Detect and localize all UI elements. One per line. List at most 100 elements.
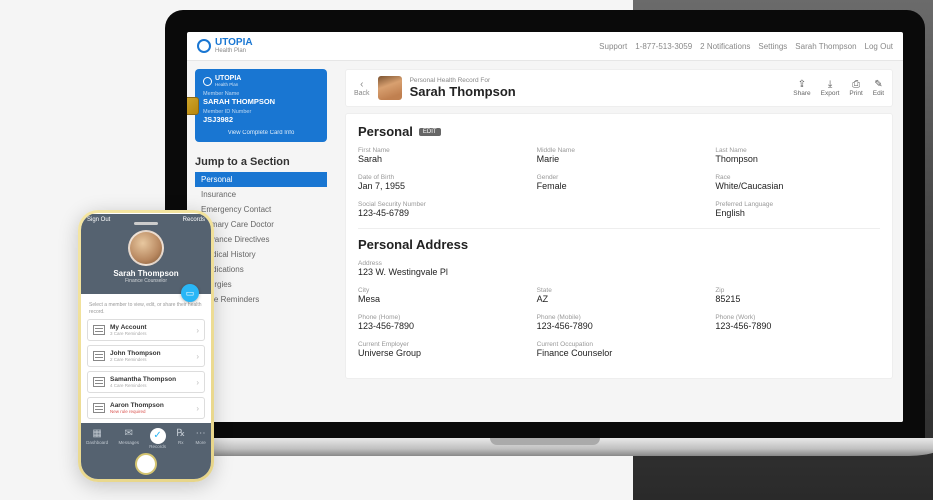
first-name-value: Sarah (358, 154, 523, 164)
jump-item-insurance[interactable]: Insurance (195, 187, 327, 202)
mobile-user-sub: Finance Counselor (81, 278, 211, 284)
state-value: AZ (537, 294, 702, 304)
card-brand-sub: Health Plan (215, 82, 241, 87)
address-label: Address (358, 260, 880, 267)
edit-button[interactable]: ✎Edit (873, 80, 884, 97)
jump-item-personal[interactable]: Personal (195, 172, 327, 187)
member-name-label: Member Name (203, 91, 319, 97)
fab-button[interactable]: ▭ (181, 284, 199, 302)
personal-edit-badge[interactable]: EDIT (419, 128, 441, 136)
back-arrow-icon: ‹ (354, 80, 370, 90)
jump-item-reminders[interactable]: Care Reminders (195, 292, 327, 307)
nav-settings[interactable]: Settings (758, 42, 787, 51)
mobile-avatar[interactable] (128, 230, 164, 266)
view-card-link[interactable]: View Complete Card Info (203, 130, 319, 136)
card-logo-icon (203, 77, 212, 86)
tab-messages[interactable]: ✉Messages (118, 428, 139, 449)
more-icon: ⋯ (196, 428, 206, 440)
lang-value: English (715, 208, 880, 218)
list-item[interactable]: My Account3 Care Reminders › (87, 319, 205, 341)
nav-user[interactable]: Sarah Thompson (795, 42, 856, 51)
edit-icon: ✎ (873, 80, 884, 90)
jump-item-pcp[interactable]: Primary Care Doctor (195, 217, 327, 232)
messages-icon: ✉ (118, 428, 139, 440)
zip-value: 85215 (715, 294, 880, 304)
phone-device: Sign Out Records Sarah Thompson Finance … (78, 210, 214, 482)
folder-icon: ▭ (186, 288, 195, 299)
phone-home-value: 123-456-7890 (358, 321, 523, 331)
export-button[interactable]: ⤓Export (821, 80, 840, 97)
jump-item-history[interactable]: Medical History (195, 247, 327, 262)
back-button[interactable]: ‹ Back (354, 80, 370, 97)
list-item[interactable]: John Thompson2 Care Reminders › (87, 345, 205, 367)
record-header: ‹ Back Personal Health Record For Sarah … (345, 69, 893, 107)
share-button[interactable]: ⇪Share (793, 80, 810, 97)
chip-icon (187, 97, 199, 115)
mobile-hero: Sarah Thompson Finance Counselor ▭ (81, 226, 211, 294)
member-id-label: Member ID Number (203, 109, 319, 115)
tab-rx[interactable]: ℞Rx (176, 428, 185, 449)
state-label: State (537, 287, 702, 294)
race-label: Race (715, 174, 880, 181)
print-button[interactable]: ⎙Print (849, 80, 862, 97)
jump-item-medications[interactable]: Medications (195, 262, 327, 277)
chevron-right-icon: › (196, 378, 199, 387)
dashboard-icon: ▦ (86, 428, 108, 440)
mobile-user-name: Sarah Thompson (81, 269, 211, 278)
record-subtitle: Personal Health Record For (410, 77, 516, 84)
tab-dashboard[interactable]: ▦Dashboard (86, 428, 108, 449)
personal-title: Personal (358, 124, 413, 139)
laptop-device: UTOPIA Health Plan Support 1-877-513-305… (165, 10, 925, 456)
id-card-icon (93, 351, 105, 361)
last-name-value: Thompson (715, 154, 880, 164)
nav-notifications[interactable]: 2 Notifications (700, 42, 750, 51)
id-card-icon (93, 325, 105, 335)
tab-more[interactable]: ⋯More (196, 428, 206, 449)
logo-icon (197, 39, 211, 53)
home-button[interactable] (135, 453, 157, 475)
brand-logo[interactable]: UTOPIA Health Plan (197, 38, 253, 54)
list-item[interactable]: Aaron ThompsonNew rule required › (87, 397, 205, 419)
gender-label: Gender (537, 174, 702, 181)
occupation-value: Finance Counselor (537, 348, 702, 358)
desktop-app: UTOPIA Health Plan Support 1-877-513-305… (187, 32, 903, 422)
member-id-card[interactable]: UTOPIA Health Plan Member Name SARAH THO… (195, 69, 327, 142)
jump-item-emergency[interactable]: Emergency Contact (195, 202, 327, 217)
avatar (378, 76, 402, 100)
brand-sub: Health Plan (215, 48, 253, 54)
phone-work-value: 123-456-7890 (715, 321, 880, 331)
ssn-label: Social Security Number (358, 201, 523, 208)
nav-logout[interactable]: Log Out (865, 42, 893, 51)
phone-mobile-label: Phone (Mobile) (537, 314, 702, 321)
back-label: Back (354, 90, 370, 97)
dob-value: Jan 7, 1955 (358, 181, 523, 191)
jump-list: Personal Insurance Emergency Contact Pri… (195, 172, 327, 307)
list-item[interactable]: Samantha Thompson4 Care Reminders › (87, 371, 205, 393)
nav-support[interactable]: Support (599, 42, 627, 51)
occupation-label: Current Occupation (537, 341, 702, 348)
race-value: White/Caucasian (715, 181, 880, 191)
app-header: UTOPIA Health Plan Support 1-877-513-305… (187, 32, 903, 61)
phone-speaker (134, 222, 158, 225)
brand-name: UTOPIA (215, 38, 253, 48)
address-title: Personal Address (358, 237, 468, 252)
record-name: Sarah Thompson (410, 84, 516, 99)
gender-value: Female (537, 181, 702, 191)
signout-button[interactable]: Sign Out (87, 217, 110, 223)
dob-label: Date of Birth (358, 174, 523, 181)
phone-home-label: Phone (Home) (358, 314, 523, 321)
tab-records[interactable]: ✓Records (149, 428, 166, 449)
id-card-icon (93, 403, 105, 413)
id-card-icon (93, 377, 105, 387)
mobile-app: Sign Out Records Sarah Thompson Finance … (81, 213, 211, 479)
middle-name-label: Middle Name (537, 147, 702, 154)
city-value: Mesa (358, 294, 523, 304)
zip-label: Zip (715, 287, 880, 294)
jump-item-allergies[interactable]: Allergies (195, 277, 327, 292)
lang-label: Preferred Language (715, 201, 880, 208)
chevron-right-icon: › (196, 352, 199, 361)
records-title: Records (183, 217, 205, 223)
address-value: 123 W. Westingvale Pl (358, 267, 880, 277)
jump-item-directives[interactable]: Advance Directives (195, 232, 327, 247)
chevron-right-icon: › (196, 326, 199, 335)
